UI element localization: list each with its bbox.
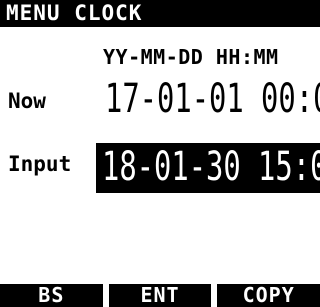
input-label: Input xyxy=(8,152,72,176)
softkey-bar: BS ENT COPY xyxy=(0,284,320,307)
clock-menu-screen: MENU CLOCK YY-MM-DD HH:MM Now 17-01-01 0… xyxy=(0,0,320,307)
input-datetime-value[interactable]: 18-01-30 15:00 xyxy=(102,147,320,187)
enter-softkey[interactable]: ENT xyxy=(108,284,212,307)
backspace-softkey[interactable]: BS xyxy=(0,284,103,307)
copy-softkey[interactable]: COPY xyxy=(217,284,320,307)
datetime-format-header: YY-MM-DD HH:MM xyxy=(103,45,279,69)
current-datetime-value: 17-01-01 00:00 xyxy=(105,76,320,122)
now-label: Now xyxy=(8,89,46,113)
menu-title: MENU CLOCK xyxy=(0,0,320,27)
